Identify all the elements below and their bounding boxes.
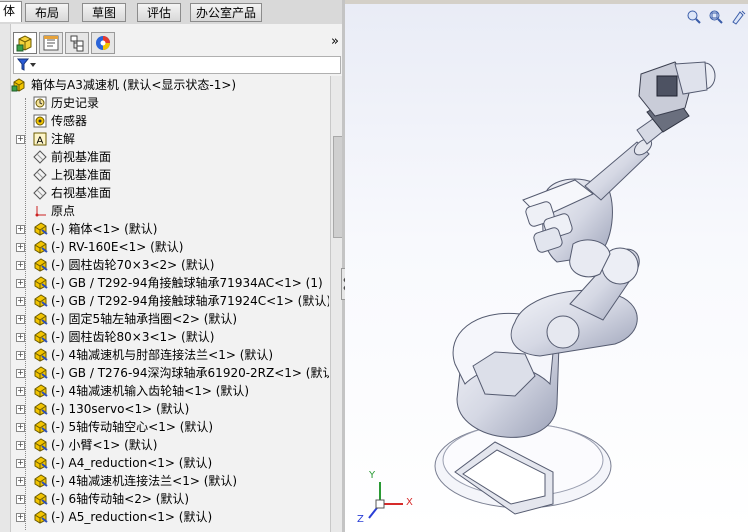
part-icon bbox=[32, 221, 48, 237]
assembly-icon bbox=[11, 77, 27, 93]
part-icon bbox=[32, 473, 48, 489]
part-icon bbox=[32, 365, 48, 381]
tree-item-label: (-) 箱体<1> (默认) bbox=[51, 222, 158, 236]
part-icon bbox=[32, 257, 48, 273]
part-icon bbox=[32, 419, 48, 435]
expand-toggle[interactable]: + bbox=[16, 369, 25, 378]
robot-arm-model[interactable] bbox=[345, 4, 748, 532]
tree-item-label: (-) 4轴减速机输入齿轮轴<1> (默认) bbox=[51, 384, 250, 398]
tree-item-label: 上视基准面 bbox=[51, 168, 112, 182]
tree-item-label: (-) A5_reduction<1> (默认) bbox=[51, 510, 213, 524]
tree-item-label: (-) GB / T276-94深沟球轴承61920-2RZ<1> (默认) bbox=[51, 366, 329, 380]
configuration-manager-icon[interactable] bbox=[65, 32, 89, 54]
graphics-viewport[interactable]: Y X Z bbox=[345, 4, 748, 532]
tree-item-label: 原点 bbox=[51, 204, 76, 218]
tab-office-products[interactable]: 办公室产品 bbox=[190, 3, 262, 22]
expand-toggle[interactable]: + bbox=[16, 135, 25, 144]
origin-icon bbox=[32, 203, 48, 219]
expand-toggle[interactable]: + bbox=[16, 405, 25, 414]
expand-toggle[interactable]: + bbox=[16, 513, 25, 522]
tree-root-label: 箱体与A3减速机 (默认<显示状态-1>) bbox=[31, 78, 237, 92]
tree-item-label: 右视基准面 bbox=[51, 186, 112, 200]
tree-item-label: 传感器 bbox=[51, 114, 88, 128]
tree-item-label: (-) 4轴减速机与肘部连接法兰<1> (默认) bbox=[51, 348, 274, 362]
tab-sketch[interactable]: 草图 bbox=[82, 3, 126, 22]
tree-item-label: (-) RV-160E<1> (默认) bbox=[51, 240, 184, 254]
sensor-icon bbox=[32, 113, 48, 129]
expand-toggle[interactable]: + bbox=[16, 333, 25, 342]
tree-item-label: (-) 圆柱齿轮80×3<1> (默认) bbox=[51, 330, 215, 344]
tree-filter-bar[interactable] bbox=[13, 56, 341, 74]
part-icon bbox=[32, 437, 48, 453]
expand-toggle[interactable]: + bbox=[16, 477, 25, 486]
triad-x-label: X bbox=[406, 497, 413, 508]
tree-item-label: (-) GB / T292-94角接触球轴承71934AC<1> (1) bbox=[51, 276, 323, 290]
display-manager-icon[interactable] bbox=[91, 32, 115, 54]
tree-item-label: (-) GB / T292-94角接触球轴承71924C<1> (默认) bbox=[51, 294, 329, 308]
tab-body[interactable]: 体 bbox=[0, 1, 22, 22]
part-icon bbox=[32, 455, 48, 471]
tree-item-label: (-) 圆柱齿轮70×3<2> (默认) bbox=[51, 258, 215, 272]
expand-toggle[interactable]: + bbox=[16, 351, 25, 360]
tree-item-label: (-) A4_reduction<1> (默认) bbox=[51, 456, 213, 470]
part-icon bbox=[32, 239, 48, 255]
expand-toggle[interactable]: + bbox=[16, 495, 25, 504]
part-icon bbox=[32, 311, 48, 327]
expand-toggle[interactable]: + bbox=[16, 243, 25, 252]
filter-icon[interactable] bbox=[16, 58, 38, 75]
expand-toggle[interactable]: + bbox=[16, 279, 25, 288]
part-icon bbox=[32, 491, 48, 507]
tab-layout[interactable]: 布局 bbox=[25, 3, 69, 22]
property-manager-icon[interactable] bbox=[39, 32, 63, 54]
axis-triad bbox=[368, 482, 403, 519]
expand-toggle[interactable]: + bbox=[16, 315, 25, 324]
annotation-icon: A bbox=[32, 131, 48, 147]
feature-tree: 箱体与A3减速机 (默认<显示状态-1>) 历史记录传感器 + A 注解前视基准面上视… bbox=[11, 76, 329, 532]
triad-y-label: Y bbox=[369, 470, 376, 481]
expand-toggle[interactable]: + bbox=[16, 459, 25, 468]
expand-toggle[interactable]: + bbox=[16, 261, 25, 270]
tree-item-label: (-) 5轴传动轴空心<1> (默认) bbox=[51, 420, 214, 434]
tree-item-label: (-) 130servo<1> (默认) bbox=[51, 402, 190, 416]
expand-toggle[interactable]: + bbox=[16, 441, 25, 450]
plane-icon bbox=[32, 149, 48, 165]
tree-item-label: (-) 4轴减速机连接法兰<1> (默认) bbox=[51, 474, 238, 488]
expand-toggle[interactable]: + bbox=[16, 225, 25, 234]
tree-item-label: (-) 小臂<1> (默认) bbox=[51, 438, 158, 452]
tab-evaluate[interactable]: 评估 bbox=[137, 3, 181, 22]
expand-toggle[interactable]: + bbox=[16, 387, 25, 396]
part-icon bbox=[32, 293, 48, 309]
history-icon bbox=[32, 95, 48, 111]
part-icon bbox=[32, 275, 48, 291]
part-icon bbox=[32, 329, 48, 345]
expand-toggle[interactable]: + bbox=[16, 423, 25, 432]
triad-z-label: Z bbox=[357, 514, 364, 525]
expand-toggle[interactable]: + bbox=[16, 297, 25, 306]
plane-icon bbox=[32, 185, 48, 201]
tree-item-label: 注解 bbox=[51, 132, 76, 146]
plane-icon bbox=[32, 167, 48, 183]
tree-item-label: (-) 6轴传动轴<2> (默认) bbox=[51, 492, 190, 506]
manager-icon-tabs: » bbox=[11, 30, 343, 56]
more-tabs-button[interactable]: » bbox=[331, 34, 339, 49]
command-manager-tabs: 体 布局 草图 评估 办公室产品 bbox=[0, 0, 342, 25]
tree-item-label: 历史记录 bbox=[51, 96, 100, 110]
part-icon bbox=[32, 347, 48, 363]
tree-item-label: 前视基准面 bbox=[51, 150, 112, 164]
svg-text:A: A bbox=[37, 136, 44, 147]
feature-manager-icon[interactable] bbox=[13, 32, 37, 54]
feature-manager-panel: » 箱体与A3减速机 (默认<显示状态-1>) 历史记录传感器 + A 注解前视基准面… bbox=[10, 24, 343, 532]
part-icon bbox=[32, 509, 48, 525]
tree-item-label: (-) 固定5轴左轴承挡圈<2> (默认) bbox=[51, 312, 238, 326]
part-icon bbox=[32, 383, 48, 399]
part-icon bbox=[32, 401, 48, 417]
